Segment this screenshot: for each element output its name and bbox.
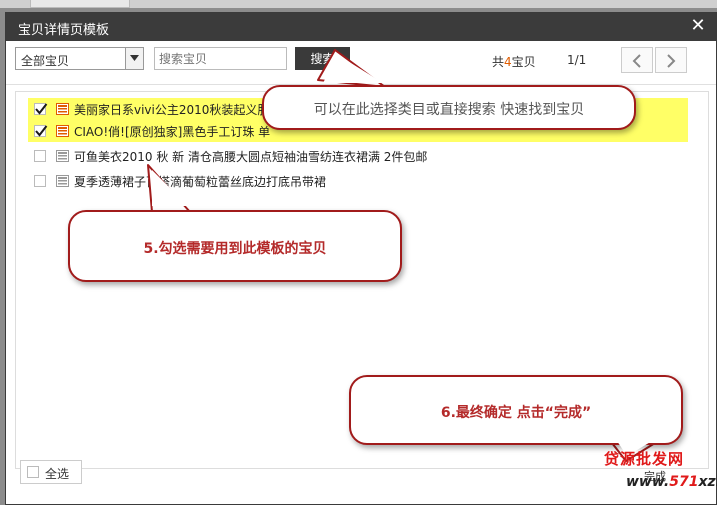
item-title: CIAO!俏![原创独家]黑色手工订珠 单 [74,125,271,139]
item-page-icon [56,125,69,137]
step6-callout: 6.最终确定 点击“完成” [349,375,683,445]
search-tip-text: 可以在此选择类目或直接搜索 快速找到宝贝 [313,102,585,118]
search-button[interactable]: 搜索 [295,47,350,70]
step6-text: 6.最终确定 点击“完成” [440,405,592,421]
next-page-button[interactable] [655,47,687,73]
chevron-down-icon[interactable] [125,48,143,69]
dialog-titlebar: 宝贝详情页模板 ✕ [6,13,716,41]
count-prefix: 共 [492,55,505,69]
watermark-line1: 贷源批发网 [604,450,685,468]
item-count: 共4宝贝 [492,53,536,70]
select-all-control[interactable]: 全选 [20,460,82,484]
search-input[interactable] [154,47,287,70]
category-select[interactable]: 全部宝贝 [15,47,144,70]
watermark-line2: www.571xz.cn [626,474,717,490]
select-all-label: 全选 [45,467,70,481]
item-checkbox[interactable] [34,103,48,115]
done-button-label: 完成 [644,470,666,483]
item-page-icon [56,103,69,115]
list-item[interactable]: 夏季透薄裙子百搭滴葡萄粒蕾丝底边打底吊带裙 [28,170,688,192]
chevron-right-icon [667,54,676,68]
count-value: 4 [504,55,512,69]
category-select-value: 全部宝贝 [21,54,70,68]
chevron-left-icon [632,54,641,68]
background-tab [30,0,130,8]
toolbar: 全部宝贝 搜索 共4宝贝 1/1 [6,41,716,85]
prev-page-button[interactable] [621,47,653,73]
watermark-digits: 571 [669,474,699,490]
item-page-icon [56,175,69,187]
check-icon [35,103,48,115]
item-title: 美丽家日系vivi公主2010秋装起义服饰 [74,103,282,117]
watermark-domain: xz.cn [698,474,717,490]
item-checkbox[interactable] [34,125,48,137]
step5-text: 5.勾选需要用到此模板的宝贝 [143,241,327,257]
item-title: 夏季透薄裙子百搭滴葡萄粒蕾丝底边打底吊带裙 [74,175,327,189]
item-checkbox[interactable] [34,175,46,187]
close-icon[interactable]: ✕ [688,16,708,36]
list-item[interactable]: 可鱼美衣2010 秋 新 清仓高腰大圆点短袖油雪纺连衣裙满 2件包邮 [28,145,688,167]
item-page-icon [56,150,69,162]
watermark: 贷源批发网 www.571xz.cn 完成 [604,448,717,500]
page-indicator: 1/1 [567,53,587,67]
item-checkbox[interactable] [34,150,46,162]
search-tip-callout: 可以在此选择类目或直接搜索 快速找到宝贝 [262,85,636,130]
background-window-strip [0,0,717,8]
item-title: 可鱼美衣2010 秋 新 清仓高腰大圆点短袖油雪纺连衣裙满 2件包邮 [74,150,428,164]
check-icon [35,125,48,137]
select-all-checkbox[interactable] [27,466,39,478]
count-suffix: 宝贝 [511,55,536,69]
dialog-title: 宝贝详情页模板 [18,23,110,38]
step5-callout: 5.勾选需要用到此模板的宝贝 [68,210,402,282]
